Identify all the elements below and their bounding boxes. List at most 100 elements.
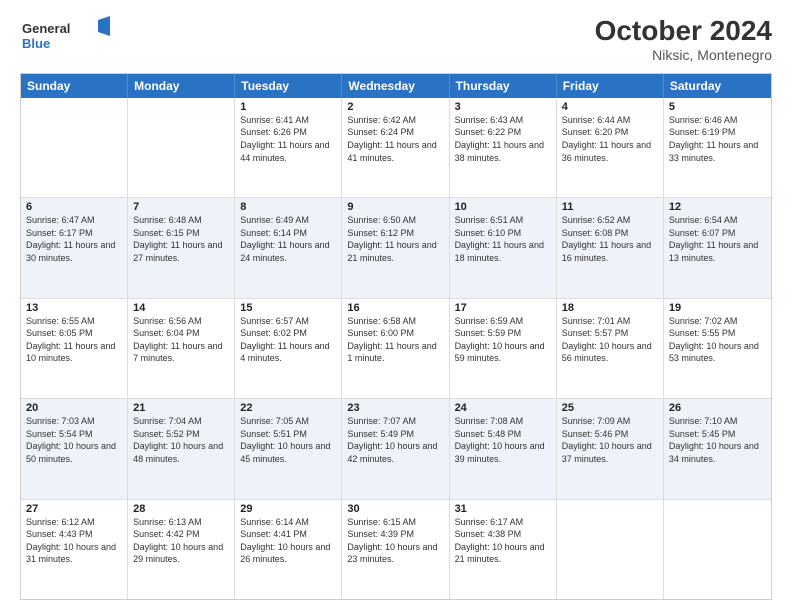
cell-2-4: 17 Sunrise: 6:59 AMSunset: 5:59 PMDaylig… (450, 299, 557, 398)
cell-content: Sunrise: 6:56 AMSunset: 6:04 PMDaylight:… (133, 315, 229, 365)
cell-4-6 (664, 500, 771, 599)
cell-date: 23 (347, 402, 443, 414)
cell-3-5: 25 Sunrise: 7:09 AMSunset: 5:46 PMDaylig… (557, 399, 664, 498)
cell-date: 27 (26, 503, 122, 515)
cell-date: 18 (562, 302, 658, 314)
cell-date: 10 (455, 201, 551, 213)
header-tuesday: Tuesday (235, 74, 342, 98)
week-row-2: 6 Sunrise: 6:47 AMSunset: 6:17 PMDayligh… (21, 198, 771, 298)
cell-content: Sunrise: 6:52 AMSunset: 6:08 PMDaylight:… (562, 214, 658, 264)
svg-text:Blue: Blue (22, 36, 50, 51)
cell-3-1: 21 Sunrise: 7:04 AMSunset: 5:52 PMDaylig… (128, 399, 235, 498)
cell-content: Sunrise: 6:59 AMSunset: 5:59 PMDaylight:… (455, 315, 551, 365)
cell-3-3: 23 Sunrise: 7:07 AMSunset: 5:49 PMDaylig… (342, 399, 449, 498)
cell-3-0: 20 Sunrise: 7:03 AMSunset: 5:54 PMDaylig… (21, 399, 128, 498)
cell-date: 13 (26, 302, 122, 314)
cell-1-4: 10 Sunrise: 6:51 AMSunset: 6:10 PMDaylig… (450, 198, 557, 297)
cell-content: Sunrise: 6:41 AMSunset: 6:26 PMDaylight:… (240, 114, 336, 164)
page-subtitle: Niksic, Montenegro (595, 47, 772, 63)
calendar: Sunday Monday Tuesday Wednesday Thursday… (20, 73, 772, 600)
cell-3-6: 26 Sunrise: 7:10 AMSunset: 5:45 PMDaylig… (664, 399, 771, 498)
header: General Blue October 2024 Niksic, Monten… (20, 16, 772, 63)
cell-4-1: 28 Sunrise: 6:13 AMSunset: 4:42 PMDaylig… (128, 500, 235, 599)
cell-date: 6 (26, 201, 122, 213)
cell-content: Sunrise: 7:10 AMSunset: 5:45 PMDaylight:… (669, 415, 766, 465)
cell-0-4: 3 Sunrise: 6:43 AMSunset: 6:22 PMDayligh… (450, 98, 557, 197)
cell-content: Sunrise: 7:09 AMSunset: 5:46 PMDaylight:… (562, 415, 658, 465)
cell-content: Sunrise: 7:03 AMSunset: 5:54 PMDaylight:… (26, 415, 122, 465)
cell-date: 17 (455, 302, 551, 314)
cell-4-0: 27 Sunrise: 6:12 AMSunset: 4:43 PMDaylig… (21, 500, 128, 599)
week-row-5: 27 Sunrise: 6:12 AMSunset: 4:43 PMDaylig… (21, 500, 771, 599)
cell-1-3: 9 Sunrise: 6:50 AMSunset: 6:12 PMDayligh… (342, 198, 449, 297)
cell-date: 11 (562, 201, 658, 213)
cell-0-2: 1 Sunrise: 6:41 AMSunset: 6:26 PMDayligh… (235, 98, 342, 197)
title-block: October 2024 Niksic, Montenegro (595, 16, 772, 63)
header-monday: Monday (128, 74, 235, 98)
cell-0-1 (128, 98, 235, 197)
cell-content: Sunrise: 6:12 AMSunset: 4:43 PMDaylight:… (26, 516, 122, 566)
cell-4-4: 31 Sunrise: 6:17 AMSunset: 4:38 PMDaylig… (450, 500, 557, 599)
cell-date: 7 (133, 201, 229, 213)
cell-0-3: 2 Sunrise: 6:42 AMSunset: 6:24 PMDayligh… (342, 98, 449, 197)
cell-content: Sunrise: 7:02 AMSunset: 5:55 PMDaylight:… (669, 315, 766, 365)
header-sunday: Sunday (21, 74, 128, 98)
header-friday: Friday (557, 74, 664, 98)
calendar-header: Sunday Monday Tuesday Wednesday Thursday… (21, 74, 771, 98)
cell-1-2: 8 Sunrise: 6:49 AMSunset: 6:14 PMDayligh… (235, 198, 342, 297)
cell-content: Sunrise: 6:58 AMSunset: 6:00 PMDaylight:… (347, 315, 443, 365)
cell-content: Sunrise: 7:07 AMSunset: 5:49 PMDaylight:… (347, 415, 443, 465)
cell-2-5: 18 Sunrise: 7:01 AMSunset: 5:57 PMDaylig… (557, 299, 664, 398)
header-wednesday: Wednesday (342, 74, 449, 98)
cell-date: 29 (240, 503, 336, 515)
cell-date: 1 (240, 101, 336, 113)
cell-2-0: 13 Sunrise: 6:55 AMSunset: 6:05 PMDaylig… (21, 299, 128, 398)
cell-content: Sunrise: 6:51 AMSunset: 6:10 PMDaylight:… (455, 214, 551, 264)
cell-date: 24 (455, 402, 551, 414)
week-row-3: 13 Sunrise: 6:55 AMSunset: 6:05 PMDaylig… (21, 299, 771, 399)
cell-content: Sunrise: 6:46 AMSunset: 6:19 PMDaylight:… (669, 114, 766, 164)
week-row-1: 1 Sunrise: 6:41 AMSunset: 6:26 PMDayligh… (21, 98, 771, 198)
cell-date: 22 (240, 402, 336, 414)
cell-date: 16 (347, 302, 443, 314)
cell-date: 8 (240, 201, 336, 213)
cell-date: 4 (562, 101, 658, 113)
header-saturday: Saturday (664, 74, 771, 98)
cell-4-3: 30 Sunrise: 6:15 AMSunset: 4:39 PMDaylig… (342, 500, 449, 599)
cell-1-5: 11 Sunrise: 6:52 AMSunset: 6:08 PMDaylig… (557, 198, 664, 297)
cell-content: Sunrise: 6:13 AMSunset: 4:42 PMDaylight:… (133, 516, 229, 566)
cell-date: 28 (133, 503, 229, 515)
cell-content: Sunrise: 6:48 AMSunset: 6:15 PMDaylight:… (133, 214, 229, 264)
calendar-body: 1 Sunrise: 6:41 AMSunset: 6:26 PMDayligh… (21, 98, 771, 599)
cell-1-1: 7 Sunrise: 6:48 AMSunset: 6:15 PMDayligh… (128, 198, 235, 297)
cell-4-2: 29 Sunrise: 6:14 AMSunset: 4:41 PMDaylig… (235, 500, 342, 599)
cell-content: Sunrise: 6:54 AMSunset: 6:07 PMDaylight:… (669, 214, 766, 264)
cell-content: Sunrise: 7:08 AMSunset: 5:48 PMDaylight:… (455, 415, 551, 465)
logo-svg: General Blue (20, 16, 110, 54)
cell-date: 14 (133, 302, 229, 314)
cell-4-5 (557, 500, 664, 599)
cell-content: Sunrise: 6:44 AMSunset: 6:20 PMDaylight:… (562, 114, 658, 164)
page-title: October 2024 (595, 16, 772, 47)
cell-content: Sunrise: 6:43 AMSunset: 6:22 PMDaylight:… (455, 114, 551, 164)
cell-content: Sunrise: 6:17 AMSunset: 4:38 PMDaylight:… (455, 516, 551, 566)
cell-date: 9 (347, 201, 443, 213)
cell-date: 26 (669, 402, 766, 414)
cell-1-6: 12 Sunrise: 6:54 AMSunset: 6:07 PMDaylig… (664, 198, 771, 297)
cell-date: 5 (669, 101, 766, 113)
week-row-4: 20 Sunrise: 7:03 AMSunset: 5:54 PMDaylig… (21, 399, 771, 499)
header-thursday: Thursday (450, 74, 557, 98)
cell-0-5: 4 Sunrise: 6:44 AMSunset: 6:20 PMDayligh… (557, 98, 664, 197)
page: General Blue October 2024 Niksic, Monten… (0, 0, 792, 612)
cell-content: Sunrise: 6:42 AMSunset: 6:24 PMDaylight:… (347, 114, 443, 164)
cell-3-2: 22 Sunrise: 7:05 AMSunset: 5:51 PMDaylig… (235, 399, 342, 498)
cell-1-0: 6 Sunrise: 6:47 AMSunset: 6:17 PMDayligh… (21, 198, 128, 297)
cell-date: 30 (347, 503, 443, 515)
cell-content: Sunrise: 6:57 AMSunset: 6:02 PMDaylight:… (240, 315, 336, 365)
svg-text:General: General (22, 21, 70, 36)
cell-date: 19 (669, 302, 766, 314)
cell-content: Sunrise: 6:49 AMSunset: 6:14 PMDaylight:… (240, 214, 336, 264)
cell-2-6: 19 Sunrise: 7:02 AMSunset: 5:55 PMDaylig… (664, 299, 771, 398)
cell-0-6: 5 Sunrise: 6:46 AMSunset: 6:19 PMDayligh… (664, 98, 771, 197)
cell-2-3: 16 Sunrise: 6:58 AMSunset: 6:00 PMDaylig… (342, 299, 449, 398)
